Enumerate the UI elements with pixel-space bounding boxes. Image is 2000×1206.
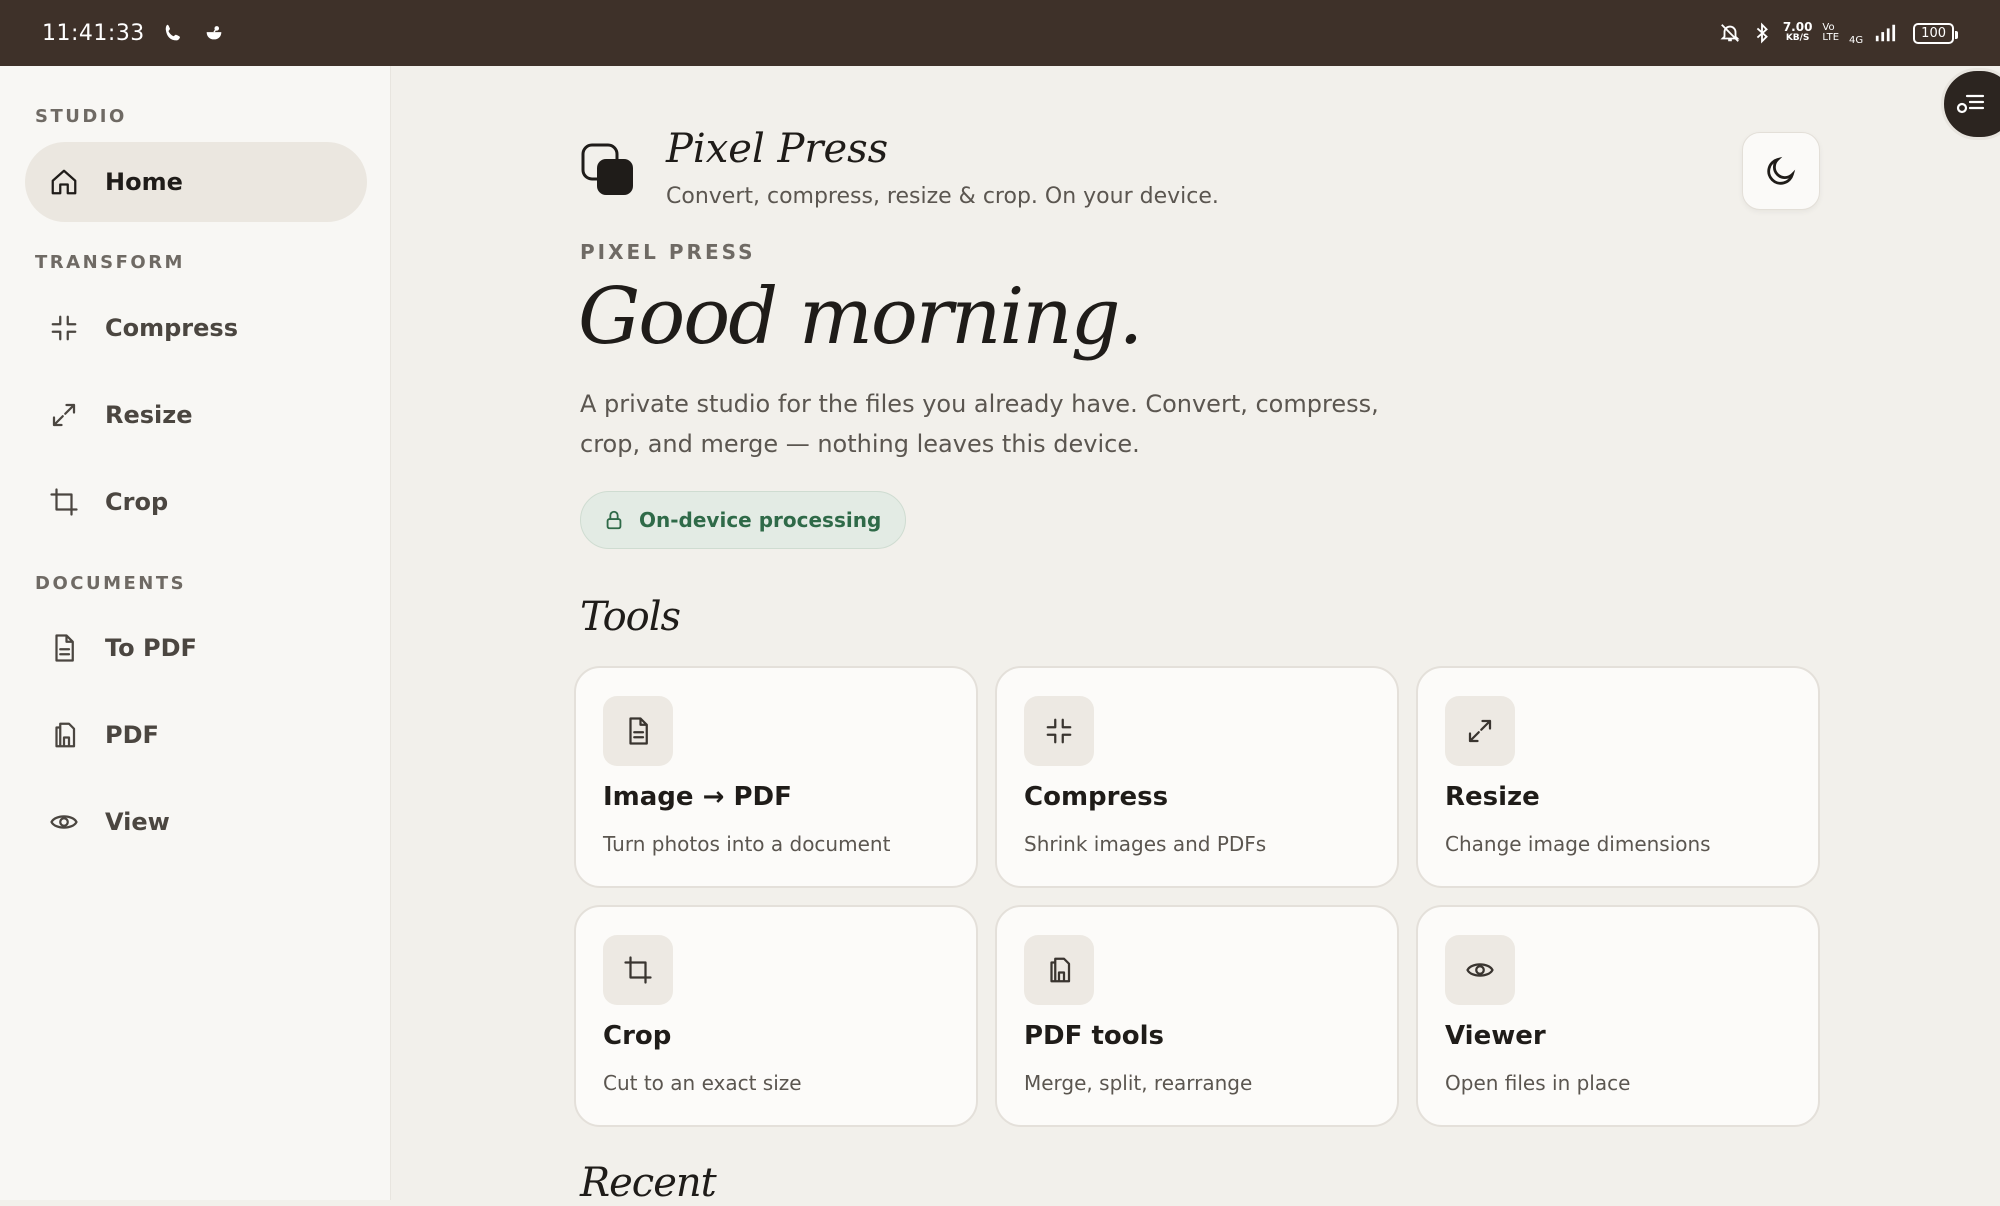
crop-icon — [624, 956, 652, 984]
tool-card-title: Viewer — [1445, 1021, 1546, 1051]
tool-card-desc: Shrink images and PDFs — [1024, 832, 1267, 856]
eye-icon — [1466, 963, 1494, 977]
tool-card-desc: Turn photos into a document — [603, 832, 891, 856]
tool-card-resize[interactable]: Resize Change image dimensions — [1416, 666, 1820, 888]
lock-icon — [606, 510, 622, 530]
sidebar-item-label: Crop — [105, 488, 169, 516]
battery-indicator: 100 — [1913, 22, 1958, 44]
tool-card-pdf-tools[interactable]: PDF tools Merge, split, rearrange — [995, 905, 1399, 1127]
crop-icon — [50, 488, 78, 516]
tool-card-desc: Merge, split, rearrange — [1024, 1071, 1253, 1095]
home-icon — [51, 169, 77, 195]
sidebar-item-view[interactable]: View — [25, 782, 367, 862]
tool-card-viewer[interactable]: Viewer Open files in place — [1416, 905, 1820, 1127]
eyebrow-label: PIXEL PRESS — [580, 240, 756, 264]
tool-card-desc: Cut to an exact size — [603, 1071, 802, 1095]
tool-card-icon-wrap — [1445, 696, 1515, 766]
signal-icon — [1876, 24, 1896, 42]
tools-heading: Tools — [580, 594, 681, 640]
floating-menu-button[interactable] — [1941, 68, 2000, 140]
app-subtitle: Convert, compress, resize & crop. On you… — [666, 184, 1219, 209]
sidebar-item-resize[interactable]: Resize — [25, 375, 367, 455]
status-time: 11:41:33 — [42, 20, 145, 46]
network-type: 4G — [1849, 34, 1864, 46]
tool-card-title: Crop — [603, 1021, 672, 1051]
sidebar: STUDIO Home TRANSFORM Compress Resize Cr… — [0, 66, 391, 1200]
badge-label: On-device processing — [639, 508, 882, 532]
main-content: Pixel Press Convert, compress, resize & … — [392, 66, 2000, 1206]
sidebar-item-compress[interactable]: Compress — [25, 288, 367, 368]
sidebar-item-label: PDF — [105, 721, 159, 749]
compress-icon — [1046, 718, 1072, 744]
tool-card-title: Resize — [1445, 782, 1540, 812]
phone-call-icon — [165, 24, 180, 41]
tool-card-title: Compress — [1024, 782, 1169, 812]
theme-toggle-button[interactable] — [1742, 132, 1820, 210]
tool-card-icon-wrap — [603, 696, 673, 766]
on-device-badge: On-device processing — [580, 491, 907, 549]
sidebar-item-label: Resize — [105, 401, 193, 429]
tool-card-icon-wrap — [1024, 935, 1094, 1005]
tool-card-desc: Open files in place — [1445, 1071, 1631, 1095]
greeting-heading: Good morning. — [578, 272, 1143, 362]
tool-card-title: PDF tools — [1024, 1021, 1164, 1051]
compress-icon — [51, 315, 77, 341]
pdf-stack-icon — [1050, 957, 1071, 983]
resize-icon — [1468, 719, 1492, 743]
app-notification-icon — [206, 26, 222, 40]
status-bar: 11:41:33 7.00 KB/S Vo LTE 4G 100 — [0, 0, 2000, 66]
document-icon — [629, 717, 648, 745]
tool-card-icon-wrap — [603, 935, 673, 1005]
sidebar-item-home[interactable]: Home — [25, 142, 367, 222]
eye-icon — [50, 815, 78, 829]
document-icon — [55, 634, 74, 662]
tool-card-crop[interactable]: Crop Cut to an exact size — [574, 905, 978, 1127]
tool-card-image-to-pdf[interactable]: Image → PDF Turn photos into a document — [574, 666, 978, 888]
recent-heading: Recent — [580, 1160, 717, 1206]
sidebar-item-label: To PDF — [105, 634, 197, 662]
volte-indicator: Vo LTE — [1822, 22, 1840, 43]
section-label-documents: DOCUMENTS — [35, 573, 187, 594]
tool-card-compress[interactable]: Compress Shrink images and PDFs — [995, 666, 1399, 888]
intro-text: A private studio for the files you alrea… — [580, 390, 1379, 458]
tool-card-icon-wrap — [1445, 935, 1515, 1005]
tool-card-icon-wrap — [1024, 696, 1094, 766]
sidebar-item-pdf[interactable]: PDF — [25, 695, 367, 775]
resize-icon — [52, 403, 76, 427]
mute-bell-icon — [1720, 24, 1740, 42]
sidebar-item-crop[interactable]: Crop — [25, 462, 367, 542]
section-label-studio: STUDIO — [35, 106, 127, 127]
app-logo-icon — [581, 143, 633, 195]
sidebar-item-label: Home — [105, 168, 183, 196]
sidebar-item-label: Compress — [105, 314, 238, 342]
sidebar-item-label: View — [105, 808, 170, 836]
sidebar-item-to-pdf[interactable]: To PDF — [25, 608, 367, 688]
tool-card-title: Image → PDF — [603, 782, 792, 812]
network-speed: 7.00 KB/S — [1782, 20, 1813, 43]
tool-card-desc: Change image dimensions — [1445, 832, 1711, 856]
section-label-transform: TRANSFORM — [35, 252, 185, 273]
menu-lines-icon — [1956, 94, 1985, 114]
bluetooth-icon — [1756, 22, 1768, 44]
app-title: Pixel Press — [666, 126, 889, 172]
pdf-stack-icon — [55, 722, 76, 748]
moon-icon — [1767, 156, 1796, 185]
